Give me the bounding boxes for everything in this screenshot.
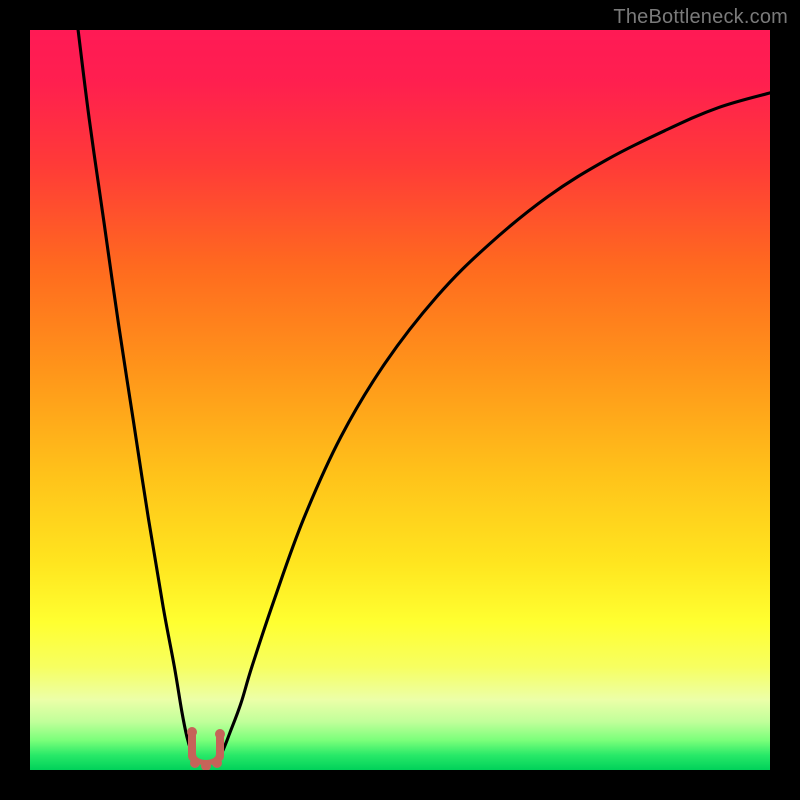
plot-area	[30, 30, 770, 770]
outer-frame: TheBottleneck.com	[0, 0, 800, 800]
curve-left-branch	[78, 30, 196, 761]
optimum-marker	[178, 726, 234, 770]
attribution-text: TheBottleneck.com	[613, 6, 788, 29]
curve-right-branch	[217, 93, 770, 759]
bottleneck-curve	[30, 30, 770, 770]
